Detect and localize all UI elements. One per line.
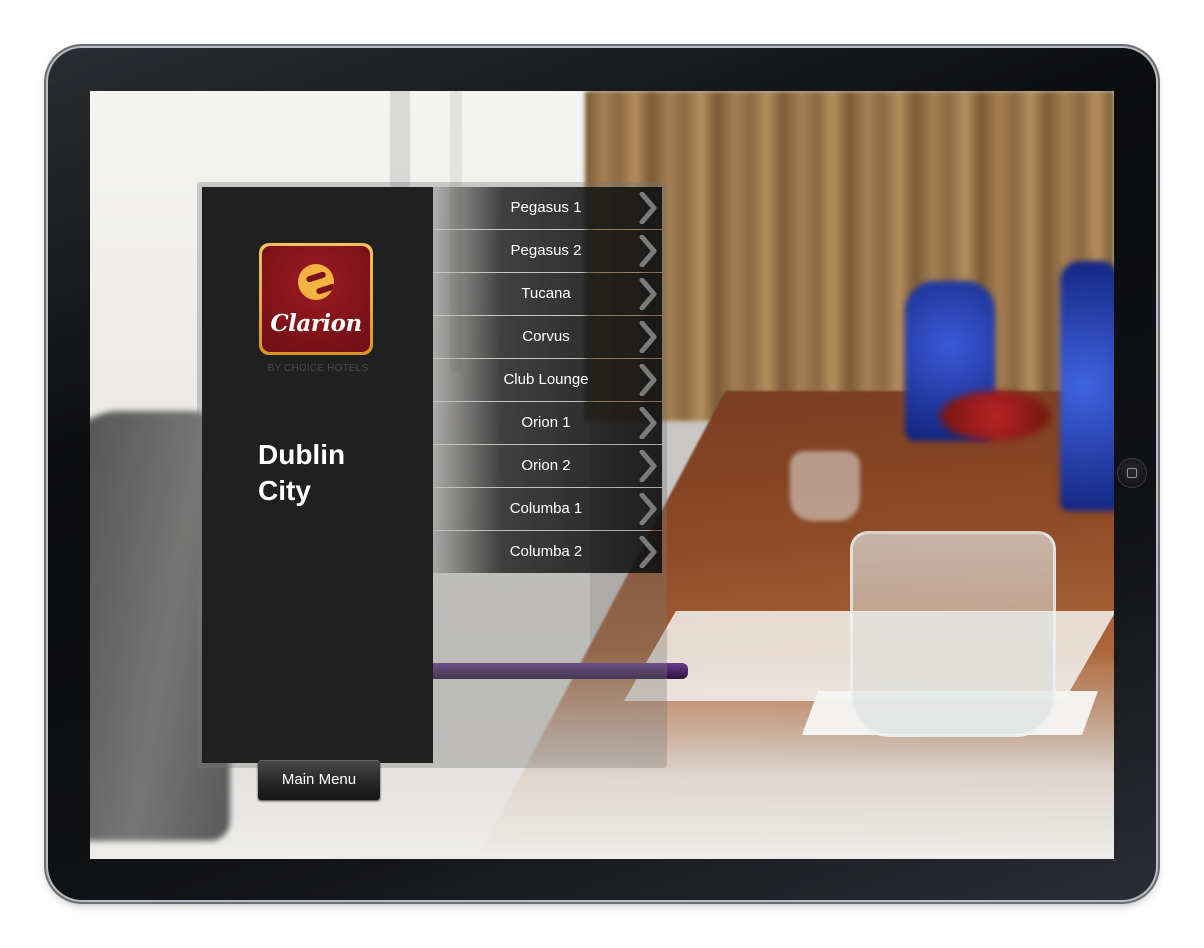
main-menu-button[interactable]: Main Menu xyxy=(258,760,380,800)
room-label: Columba 1 xyxy=(509,500,583,517)
room-item[interactable]: Pegasus 1 xyxy=(433,187,662,229)
clarion-logo: Clarion xyxy=(259,243,373,355)
sub-brand-label: BY CHOICE HOTELS xyxy=(267,363,369,374)
chevron-right-icon xyxy=(638,321,658,353)
room-label: Pegasus 2 xyxy=(510,242,582,259)
chevron-right-icon xyxy=(638,450,658,482)
room-label: Club Lounge xyxy=(503,371,589,388)
room-item[interactable]: Columba 1 xyxy=(433,488,662,530)
chevron-right-icon xyxy=(638,364,658,396)
room-item[interactable]: Pegasus 2 xyxy=(433,230,662,272)
chevron-right-icon xyxy=(638,278,658,310)
chevron-right-icon xyxy=(638,192,658,224)
room-label: Columba 2 xyxy=(509,543,583,560)
chevron-right-icon xyxy=(638,536,658,568)
room-item[interactable]: Orion 2 xyxy=(433,445,662,487)
room-label: Orion 2 xyxy=(521,457,571,474)
app-screen: Clarion BY CHOICE HOTELS Dublin City Mai… xyxy=(90,91,1114,859)
room-label: Orion 1 xyxy=(521,414,571,431)
chevron-right-icon xyxy=(638,493,658,525)
background-bottle xyxy=(1060,261,1114,511)
hotel-name-line1: Dublin xyxy=(258,439,346,470)
hotel-name: Dublin City xyxy=(258,437,345,509)
logo-badge: Clarion xyxy=(262,246,370,352)
room-item[interactable]: Orion 1 xyxy=(433,402,662,444)
room-item[interactable]: Club Lounge xyxy=(433,359,662,401)
room-item[interactable]: Columba 2 xyxy=(433,531,662,573)
room-label: Pegasus 1 xyxy=(510,199,582,216)
chevron-right-icon xyxy=(638,235,658,267)
background-fruit-bowl xyxy=(940,391,1050,441)
room-label: Corvus xyxy=(522,328,570,345)
background-glass xyxy=(850,531,1056,737)
room-item[interactable]: Corvus xyxy=(433,316,662,358)
room-list: Pegasus 1 Pegasus 2 Tucana Corvus Club L… xyxy=(433,187,662,574)
clarion-emblem-icon xyxy=(298,264,334,300)
room-item[interactable]: Tucana xyxy=(433,273,662,315)
background-glass xyxy=(790,451,860,521)
chevron-right-icon xyxy=(638,407,658,439)
room-label: Tucana xyxy=(521,285,571,302)
sidebar: Clarion BY CHOICE HOTELS Dublin City Mai… xyxy=(202,187,433,800)
hotel-name-line2: City xyxy=(258,475,311,506)
logo-text: Clarion xyxy=(270,310,362,337)
home-button-icon[interactable] xyxy=(1117,458,1147,488)
